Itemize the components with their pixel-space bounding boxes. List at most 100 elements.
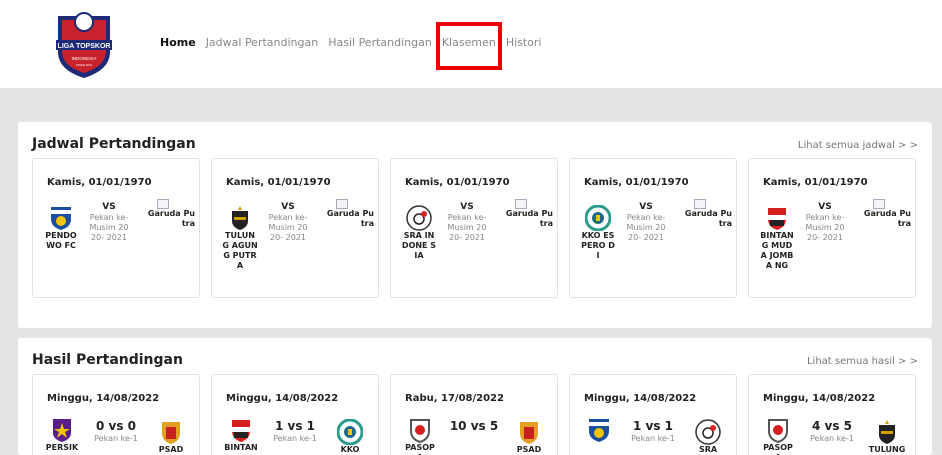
nav-histori[interactable]: Histori (506, 36, 542, 49)
home-team: BINTAN G MUDA JOMBA NG (759, 205, 795, 271)
away-team: KKO (330, 418, 370, 455)
nav-hasil-pertandingan[interactable]: Hasil Pertandingan (328, 36, 432, 49)
away-team-name: Garuda Putra (505, 209, 553, 228)
match-date: Rabu, 17/08/2022 (405, 393, 504, 404)
hasil-card[interactable]: Rabu, 17/08/2022 PASOPA 10 vs 5 PSAD (390, 374, 558, 455)
away-team: Garuda Putra (503, 199, 553, 229)
home-team-name: KKO ESPERO DI (581, 231, 615, 260)
svg-text:INDONESIA: INDONESIA (72, 56, 97, 61)
match-date: Kamis, 01/01/1970 (47, 177, 152, 188)
away-team: Garuda Putra (145, 199, 195, 229)
away-team: Garuda Putra (682, 199, 732, 229)
match-info: VS Pekan ke- Musim 2020- 2021 (89, 201, 129, 243)
away-team-name: Garuda Putra (863, 209, 911, 228)
hasil-title: Hasil Pertandingan (32, 352, 183, 368)
jadwal-card[interactable]: Kamis, 01/01/1970 PENDO WO FC VS Pekan k… (32, 158, 200, 298)
match-date: Kamis, 01/01/1970 (226, 177, 331, 188)
sra-crest-icon (695, 419, 721, 445)
score: 0 vs 0 (95, 419, 137, 433)
jadwal-card[interactable]: Kamis, 01/01/1970 TULUNG AGUNG PUTRA VS … (211, 158, 379, 298)
psad-crest-icon (516, 419, 542, 445)
away-team-name: TULUNG (868, 445, 906, 454)
jadwal-title: Jadwal Pertandingan (32, 136, 196, 152)
broken-image-icon (873, 199, 885, 209)
away-team-name: SRA (698, 445, 718, 454)
home-team: PENDO WO FC (43, 205, 79, 251)
home-team: KKO ESPERO DI (580, 204, 616, 261)
match-info: VS Pekan ke- Musim 2020- 2021 (805, 201, 845, 243)
away-team-name: Garuda Putra (684, 209, 732, 228)
kko-crest-icon (336, 418, 364, 446)
vs-label: VS (639, 202, 653, 212)
match-date: Kamis, 01/01/1970 (763, 177, 868, 188)
pekan-musim: Pekan ke- Musim 2020- 2021 (268, 213, 308, 242)
hasil-card[interactable]: Minggu, 14/08/2022 BINTAN 1 vs 1 Pekan k… (211, 374, 379, 455)
bintang-crest-icon (228, 417, 254, 443)
vs-label: VS (102, 202, 116, 212)
match-result: 0 vs 0 Pekan ke-1 (91, 419, 141, 444)
jadwal-card[interactable]: Kamis, 01/01/1970 BINTAN G MUDA JOMBA NG… (748, 158, 916, 298)
svg-text:SINCE 2011: SINCE 2011 (76, 63, 93, 67)
nav-jadwal-pertandingan[interactable]: Jadwal Pertandingan (206, 36, 319, 49)
match-result: 4 vs 5 Pekan ke-1 (807, 419, 857, 444)
home-team: BINTAN (224, 417, 258, 453)
broken-image-icon (336, 199, 348, 209)
hasil-card[interactable]: Minggu, 14/08/2022 PASOPA 4 vs 5 Pekan k… (748, 374, 916, 455)
hasil-card[interactable]: Minggu, 14/08/2022 PERSIK 0 vs 0 Pekan k… (32, 374, 200, 455)
vs-label: VS (281, 202, 295, 212)
pekan: Pekan ke-1 (94, 434, 138, 443)
broken-image-icon (515, 199, 527, 209)
match-info: VS Pekan ke- Musim 2020- 2021 (626, 201, 666, 243)
home-team: TULUNG AGUNG PUTRA (222, 205, 258, 271)
broken-image-icon (694, 199, 706, 209)
home-team-name: BINTAN (224, 443, 258, 452)
pendowo-crest-icon (586, 417, 612, 443)
pasopa-crest-icon (765, 417, 791, 444)
home-team (582, 417, 616, 443)
liga-topskor-logo[interactable]: LIGA TOPSKOR INDONESIA SINCE 2011 (50, 8, 118, 80)
kko-crest-icon (584, 204, 612, 232)
top-navbar: LIGA TOPSKOR INDONESIA SINCE 2011 Home J… (0, 0, 942, 88)
score: 10 vs 5 (449, 419, 499, 433)
score: 1 vs 1 (632, 419, 674, 433)
hasil-see-all-link[interactable]: Lihat semua hasil > > (807, 356, 918, 367)
home-team-name: BINTAN G MUDA JOMBA NG (760, 231, 794, 270)
jadwal-card[interactable]: Kamis, 01/01/1970 KKO ESPERO DI VS Pekan… (569, 158, 737, 298)
away-team: Garuda Putra (861, 199, 911, 229)
home-team: PERSIK (45, 417, 79, 453)
match-date: Minggu, 14/08/2022 (763, 393, 876, 404)
jadwal-card[interactable]: Kamis, 01/01/1970 SRA INDONE SIA VS Peka… (390, 158, 558, 298)
tulungagung-crest-icon (874, 419, 900, 445)
home-team: SRA INDONE SIA (401, 205, 437, 261)
away-team-name: PSAD (158, 445, 184, 454)
vs-label: VS (460, 202, 474, 212)
match-result: 1 vs 1 Pekan ke-1 (270, 419, 320, 444)
away-team: SRA (688, 419, 728, 455)
pekan-musim: Pekan ke- Musim 2020- 2021 (89, 213, 129, 242)
persik-crest-icon (49, 417, 75, 443)
home-team-name: PASOPA (405, 443, 435, 455)
pekan: Pekan ke-1 (631, 434, 675, 443)
score: 4 vs 5 (811, 419, 853, 433)
pasopa-crest-icon (407, 417, 433, 444)
nav-home[interactable]: Home (160, 36, 196, 49)
match-date: Kamis, 01/01/1970 (405, 177, 510, 188)
home-team: PASOPA (761, 417, 795, 455)
broken-image-icon (157, 199, 169, 209)
vs-label: VS (818, 202, 832, 212)
away-team: TULUNG (867, 419, 907, 455)
pekan: Pekan ke-1 (810, 434, 854, 443)
home-team-name: PASOPA (763, 443, 793, 455)
match-info: VS Pekan ke- Musim 2020- 2021 (447, 201, 487, 243)
pekan-musim: Pekan ke- Musim 2020- 2021 (805, 213, 845, 242)
away-team-name: Garuda Putra (326, 209, 374, 228)
home-team: PASOPA (403, 417, 437, 455)
pekan-musim: Pekan ke- Musim 2020- 2021 (626, 213, 666, 242)
bintang-crest-icon (764, 205, 790, 231)
jadwal-see-all-link[interactable]: Lihat semua jadwal > > (798, 140, 918, 151)
away-team: PSAD (151, 419, 191, 455)
score: 1 vs 1 (274, 419, 316, 433)
match-date: Minggu, 14/08/2022 (584, 393, 697, 404)
pekan-musim: Pekan ke- Musim 2020- 2021 (447, 213, 487, 242)
hasil-card[interactable]: Minggu, 14/08/2022 1 vs 1 Pekan ke-1 SRA (569, 374, 737, 455)
